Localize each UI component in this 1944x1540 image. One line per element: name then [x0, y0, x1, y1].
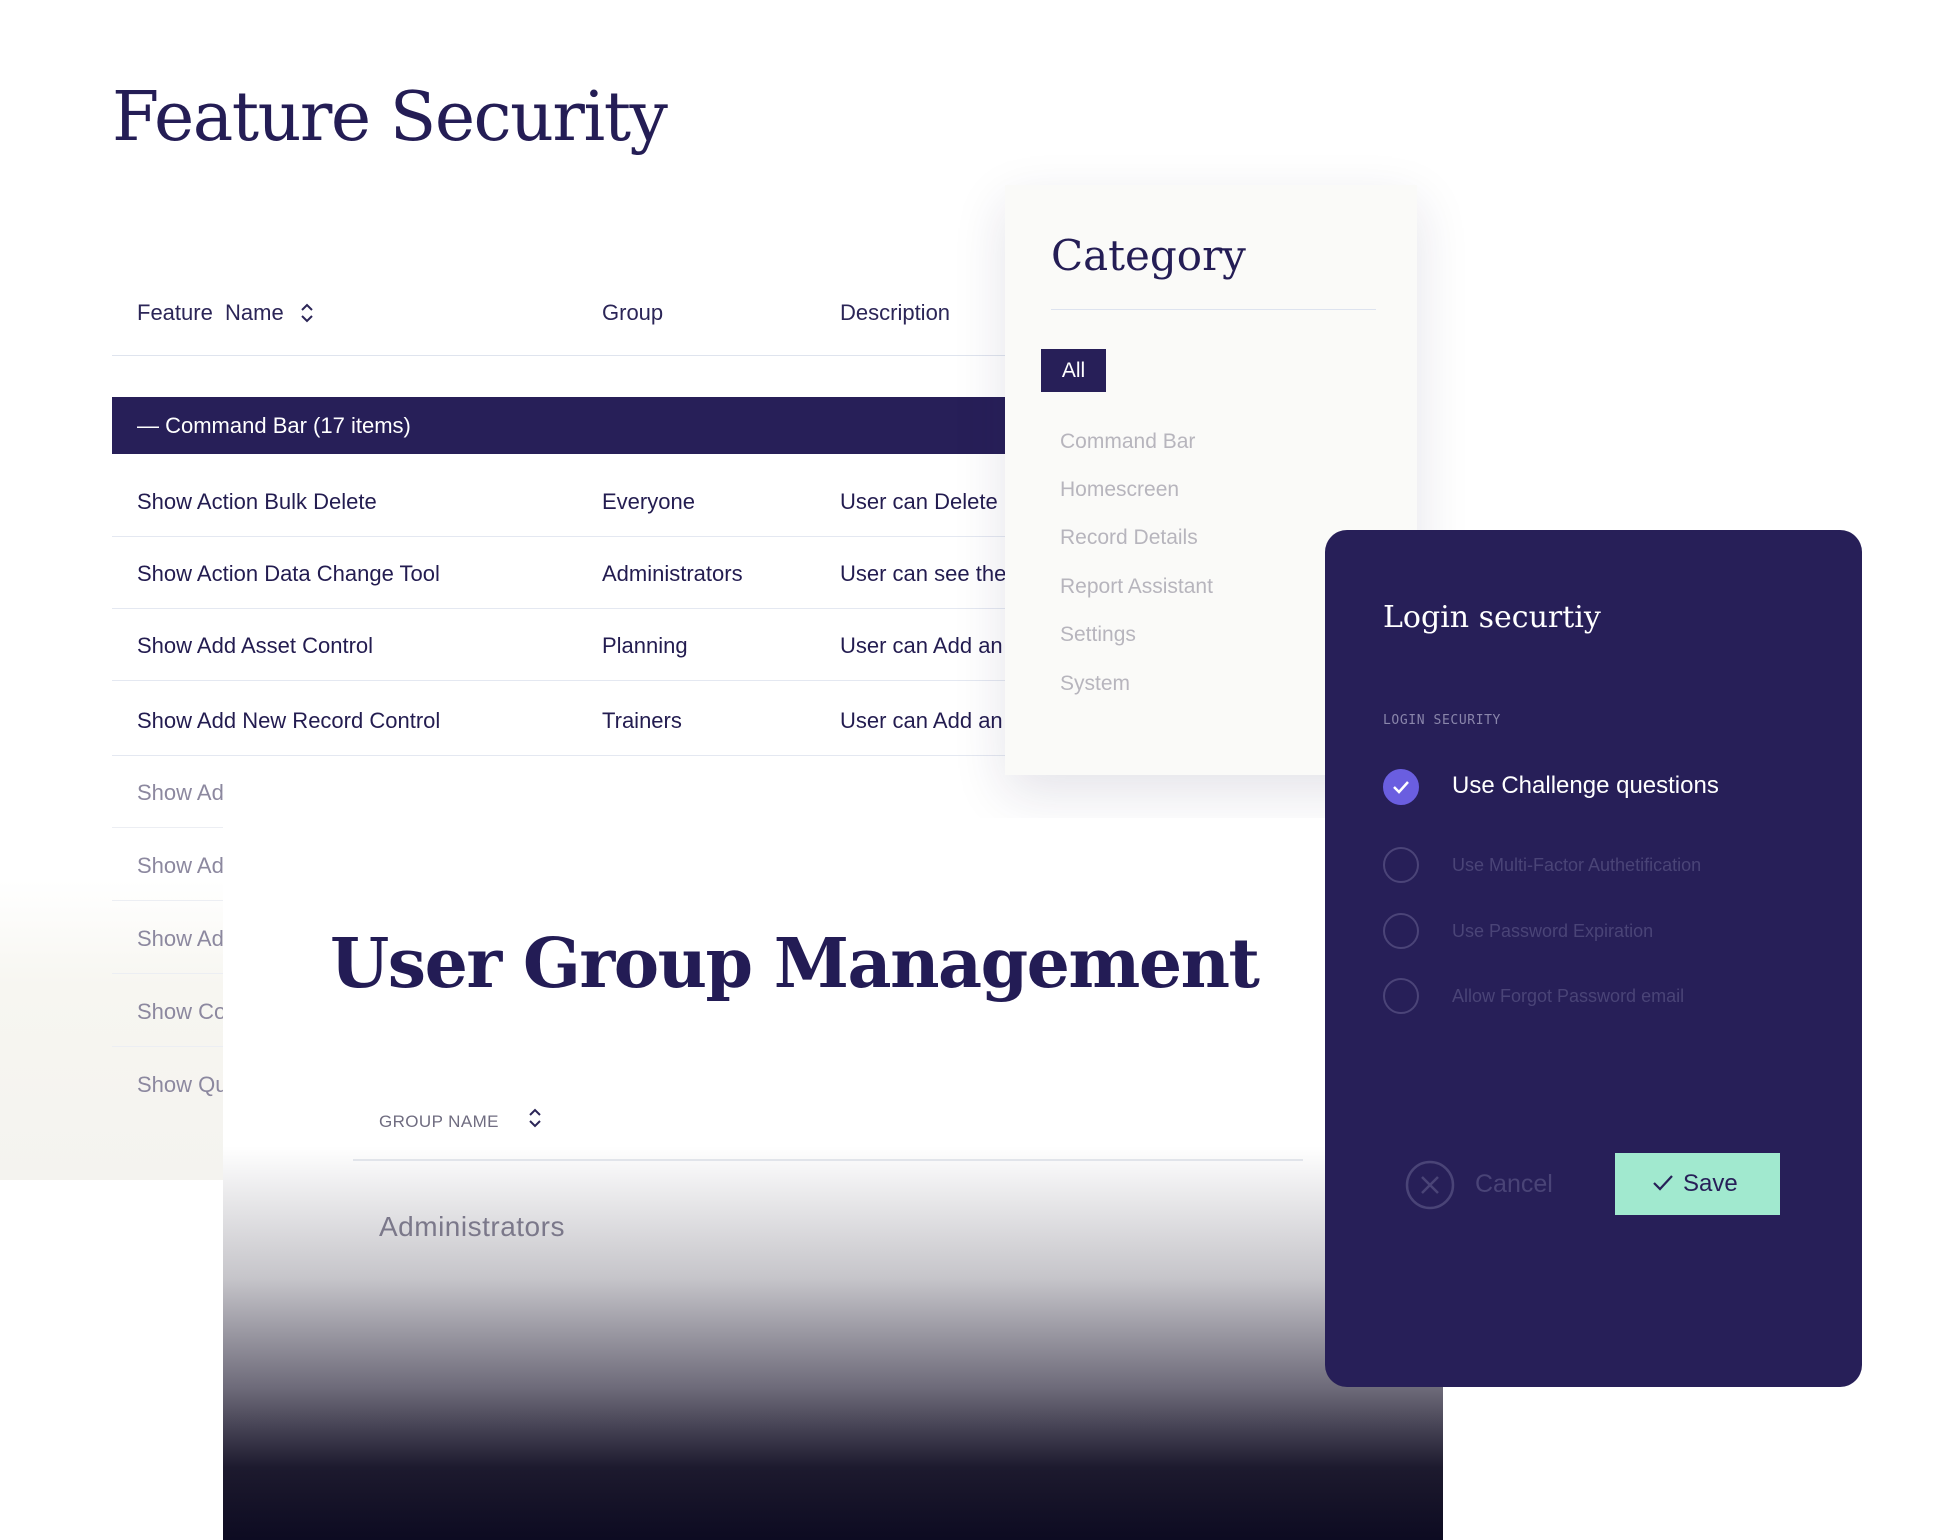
- group-row-administrators[interactable]: Administrators: [379, 1211, 565, 1243]
- cell-feature-name: Show Ad: [137, 853, 224, 878]
- table-row[interactable]: Show Action Data Change Tool Administrat…: [112, 537, 1012, 609]
- category-title: Category: [1051, 231, 1246, 280]
- header-divider: [353, 1159, 1303, 1161]
- table-row[interactable]: Show Action Bulk Delete Everyone User ca…: [112, 465, 1012, 537]
- sort-icon[interactable]: [528, 1106, 542, 1130]
- cell-description: User can see the: [840, 561, 1007, 586]
- category-item-record-details[interactable]: Record Details: [1060, 526, 1198, 550]
- feature-security-title: Feature Security: [112, 78, 668, 157]
- section-label: LOGIN SECURITY: [1383, 713, 1501, 728]
- column-header-feature-name[interactable]: Feature Name: [137, 300, 314, 326]
- category-divider: [1051, 309, 1376, 310]
- close-circle-icon: [1405, 1160, 1455, 1210]
- sort-icon[interactable]: [300, 302, 314, 324]
- cell-feature-name: Show Co: [137, 999, 227, 1024]
- category-item-settings[interactable]: Settings: [1060, 623, 1136, 647]
- group-row-command-bar[interactable]: — Command Bar (17 items): [112, 397, 1012, 454]
- cell-description: User can Add an: [840, 633, 1003, 658]
- column-header-description[interactable]: Description: [840, 300, 950, 326]
- category-item-homescreen[interactable]: Homescreen: [1060, 478, 1179, 502]
- cell-feature-name: Show Qu: [137, 1072, 228, 1097]
- check-icon: [1653, 1175, 1673, 1191]
- save-label: Save: [1683, 1170, 1738, 1197]
- cell-feature-name: Show Ad: [137, 780, 224, 805]
- category-item-command-bar[interactable]: Command Bar: [1060, 430, 1195, 454]
- cell-feature-name: Show Add New Record Control: [137, 708, 441, 733]
- table-row[interactable]: Show Add Asset Control Planning User can…: [112, 609, 1012, 681]
- cancel-label: Cancel: [1475, 1170, 1553, 1198]
- option-label: Allow Forgot Password email: [1452, 986, 1685, 1006]
- column-header-group-name[interactable]: GROUP NAME: [379, 1112, 499, 1132]
- login-security-title: Login securtiy: [1383, 600, 1601, 635]
- user-group-management-title: User Group Management: [330, 924, 1260, 1004]
- category-item-all[interactable]: All: [1041, 349, 1106, 392]
- column-header-group[interactable]: Group: [602, 300, 663, 326]
- option-label: Use Multi-Factor Authetification: [1452, 855, 1702, 875]
- header-divider: [112, 355, 1012, 356]
- cell-group: Administrators: [602, 561, 743, 586]
- radio-icon[interactable]: [1383, 913, 1419, 949]
- cell-feature-name: Show Ad: [137, 926, 224, 951]
- option-label: Use Challenge questions: [1452, 772, 1719, 799]
- login-security-panel: Login securtiy LOGIN SECURITY Use Challe…: [1325, 530, 1862, 1387]
- cell-feature-name: Show Action Data Change Tool: [137, 561, 440, 586]
- cell-feature-name: Show Action Bulk Delete: [137, 489, 377, 514]
- cell-group: Planning: [602, 633, 688, 658]
- table-row[interactable]: Show Add New Record Control Trainers Use…: [112, 684, 1012, 756]
- category-item-report-assistant[interactable]: Report Assistant: [1060, 575, 1213, 599]
- cell-description: User can Add an: [840, 708, 1003, 733]
- option-label: Use Password Expiration: [1452, 921, 1654, 941]
- cell-feature-name: Show Add Asset Control: [137, 633, 374, 658]
- radio-icon[interactable]: [1383, 847, 1419, 883]
- cell-group: Trainers: [602, 708, 682, 733]
- checkmark-radio-icon[interactable]: [1383, 769, 1419, 805]
- cancel-button[interactable]: Cancel: [1405, 1160, 1575, 1210]
- column-header-label: Feature Name: [137, 300, 284, 325]
- user-group-management-panel: User Group Management GROUP NAME Adminis…: [223, 818, 1443, 1540]
- save-button[interactable]: Save: [1615, 1153, 1780, 1215]
- cell-description: User can Delete: [840, 489, 998, 514]
- cell-group: Everyone: [602, 489, 695, 514]
- category-item-system[interactable]: System: [1060, 672, 1130, 696]
- radio-icon[interactable]: [1383, 978, 1419, 1014]
